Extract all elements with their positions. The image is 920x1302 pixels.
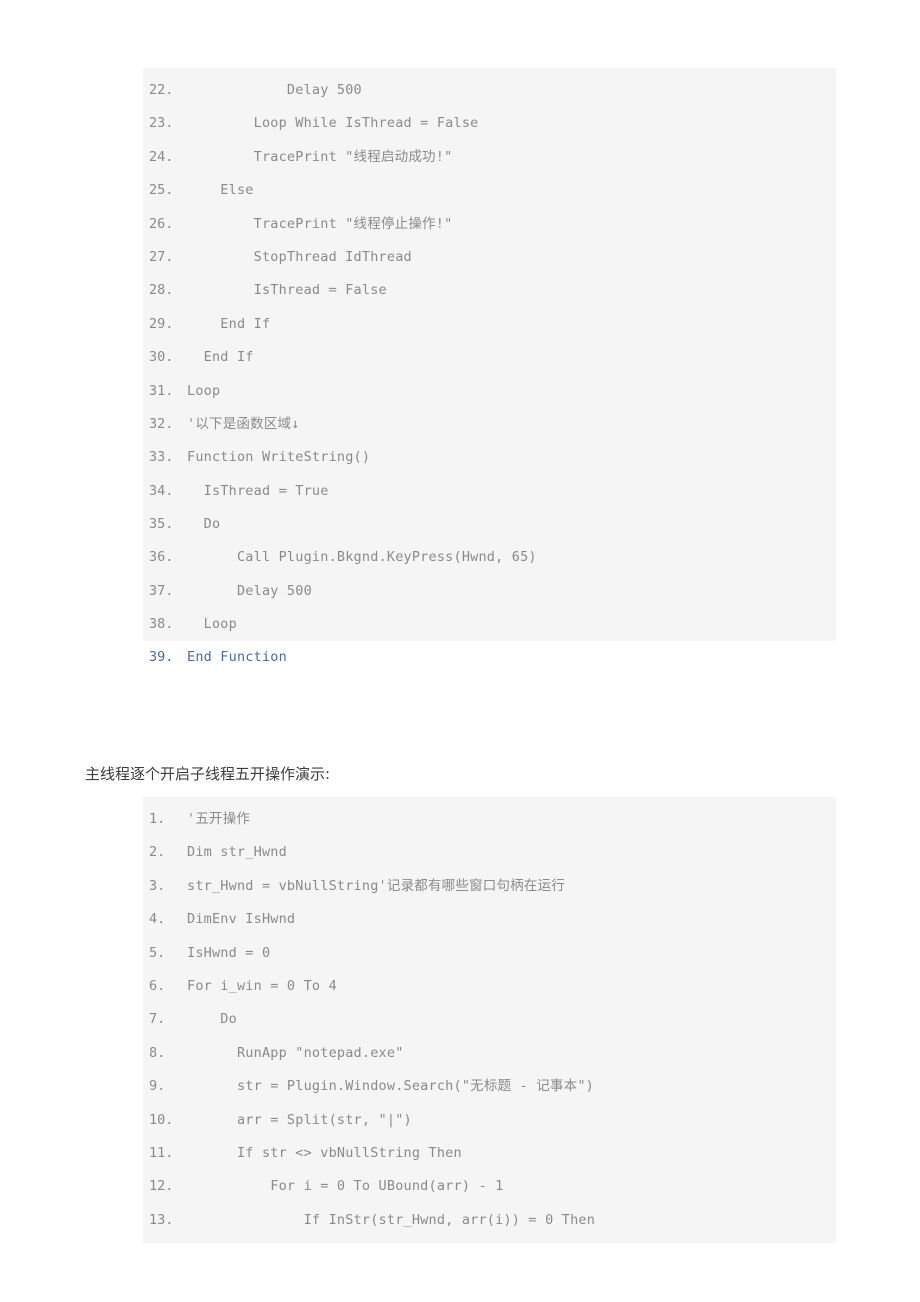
line-number: 31. (149, 382, 174, 399)
line-number: 6. (149, 977, 166, 994)
code-line-text: For i = 0 To UBound(arr) - 1 (187, 1178, 504, 1195)
code-line: 9. str = Plugin.Window.Search("无标题 - 记事本… (143, 1070, 836, 1103)
line-number: 12. (149, 1178, 174, 1195)
line-number: 13. (149, 1211, 174, 1228)
line-number: 3. (149, 877, 166, 894)
section-heading: 主线程逐个开启子线程五开操作演示: (85, 765, 331, 783)
code-line-text: TracePrint "线程停止操作!" (187, 215, 453, 232)
code-line-text: RunApp "notepad.exe" (187, 1044, 404, 1061)
code-line-text: Delay 500 (187, 82, 362, 98)
code-line: 8. RunApp "notepad.exe" (143, 1037, 836, 1070)
code-line: 33. Function WriteString() (143, 441, 836, 474)
line-number: 34. (149, 482, 174, 499)
code-line: 1. '五开操作 (143, 803, 836, 836)
code-line-text: Else (187, 182, 254, 199)
code-line: 39. End Function (143, 641, 836, 674)
code-block-five-instance-listing: 1. '五开操作 2. Dim str_Hwnd 3. str_Hwnd = vbNull… (143, 797, 836, 1244)
line-number: 9. (149, 1078, 166, 1095)
line-number: 29. (149, 315, 174, 332)
code-line-text: End If (187, 315, 271, 332)
line-number: 24. (149, 148, 174, 165)
line-number: 8. (149, 1044, 166, 1061)
code-line-text: Loop (187, 382, 221, 399)
document-page: 22. Delay 500 23. Loop While IsThread = F… (0, 0, 920, 1302)
code-line: 3. str_Hwnd = vbNullString'记录都有哪些窗口句柄在运行 (143, 870, 836, 903)
line-number: 36. (149, 549, 174, 566)
line-number: 30. (149, 349, 174, 366)
code-line-text: Do (187, 516, 221, 533)
code-block-thread-listing-tail: 39. End Function (143, 641, 836, 675)
code-line: 28. IsThread = False (143, 274, 836, 307)
line-number: 32. (149, 415, 174, 432)
code-line-text: StopThread IdThread (187, 248, 412, 265)
code-line-text: Dim str_Hwnd (187, 844, 287, 861)
code-line-text: str = Plugin.Window.Search("无标题 - 记事本") (187, 1078, 594, 1095)
code-line: 23. Loop While IsThread = False (143, 107, 836, 140)
code-line: 29. End If (143, 308, 836, 341)
line-number: 27. (149, 248, 174, 265)
code-line-text: IsHwnd = 0 (187, 944, 271, 961)
code-line: 36. Call Plugin.Bkgnd.KeyPress(Hwnd, 65) (143, 541, 836, 574)
code-line: 6. For i_win = 0 To 4 (143, 970, 836, 1003)
line-number: 4. (149, 911, 166, 928)
code-line-text: If InStr(str_Hwnd, arr(i)) = 0 Then (187, 1211, 596, 1228)
code-line-text: TracePrint "线程启动成功!" (187, 148, 453, 165)
line-number: 2. (149, 844, 166, 861)
code-line: 12. For i = 0 To UBound(arr) - 1 (143, 1170, 836, 1203)
code-line: 34. IsThread = True (143, 475, 836, 508)
line-number: 22. (149, 82, 174, 98)
code-line-text: '以下是函数区域↓ (187, 415, 300, 432)
code-line-text: DimEnv IsHwnd (187, 911, 296, 928)
code-line: 31. Loop (143, 375, 836, 408)
code-line-text: Do (187, 1011, 237, 1028)
line-number: 25. (149, 182, 174, 199)
code-line-text: End If (187, 349, 254, 366)
code-line-text: arr = Split(str, "|") (187, 1111, 412, 1128)
code-line: 24. TracePrint "线程启动成功!" (143, 141, 836, 174)
code-line: 27. StopThread IdThread (143, 241, 836, 274)
code-line-text: End Function (187, 649, 287, 665)
line-number: 35. (149, 516, 174, 533)
code-line-text: If str <> vbNullString Then (187, 1144, 462, 1161)
code-line: 37. Delay 500 (143, 575, 836, 608)
code-line: 35. Do (143, 508, 836, 541)
line-number: 39. (149, 649, 174, 665)
code-line-text: IsThread = True (187, 482, 329, 499)
code-line-text: '五开操作 (187, 811, 251, 827)
code-line: 2. Dim str_Hwnd (143, 836, 836, 869)
code-line-text: Loop While IsThread = False (187, 115, 479, 132)
code-line: 30. End If (143, 341, 836, 374)
line-number: 1. (149, 811, 166, 827)
line-number: 5. (149, 944, 166, 961)
line-number: 38. (149, 616, 174, 633)
line-number: 11. (149, 1144, 174, 1161)
code-line: 22. Delay 500 (143, 74, 836, 107)
line-number: 23. (149, 115, 174, 132)
line-number: 7. (149, 1011, 166, 1028)
code-line: 4. DimEnv IsHwnd (143, 903, 836, 936)
code-line: 5. IsHwnd = 0 (143, 937, 836, 970)
code-line-text: str_Hwnd = vbNullString'记录都有哪些窗口句柄在运行 (187, 877, 565, 894)
code-line: 25. Else (143, 174, 836, 207)
line-number: 10. (149, 1111, 174, 1128)
code-line-text: Delay 500 (187, 582, 312, 599)
code-line: 32. '以下是函数区域↓ (143, 408, 836, 441)
line-number: 37. (149, 582, 174, 599)
line-number: 33. (149, 449, 174, 466)
code-line: 11. If str <> vbNullString Then (143, 1137, 836, 1170)
line-number: 26. (149, 215, 174, 232)
code-line-text: Loop (187, 616, 237, 633)
code-line-text: For i_win = 0 To 4 (187, 977, 337, 994)
code-line: 13. If InStr(str_Hwnd, arr(i)) = 0 Then (143, 1204, 836, 1237)
code-block-thread-listing: 22. Delay 500 23. Loop While IsThread = F… (143, 68, 836, 648)
code-line: 10. arr = Split(str, "|") (143, 1104, 836, 1137)
code-line-text: Call Plugin.Bkgnd.KeyPress(Hwnd, 65) (187, 549, 537, 566)
code-line: 7. Do (143, 1003, 836, 1036)
code-line-text: IsThread = False (187, 282, 387, 299)
code-line-text: Function WriteString() (187, 449, 371, 466)
code-line: 26. TracePrint "线程停止操作!" (143, 208, 836, 241)
line-number: 28. (149, 282, 174, 299)
code-line: 38. Loop (143, 608, 836, 641)
